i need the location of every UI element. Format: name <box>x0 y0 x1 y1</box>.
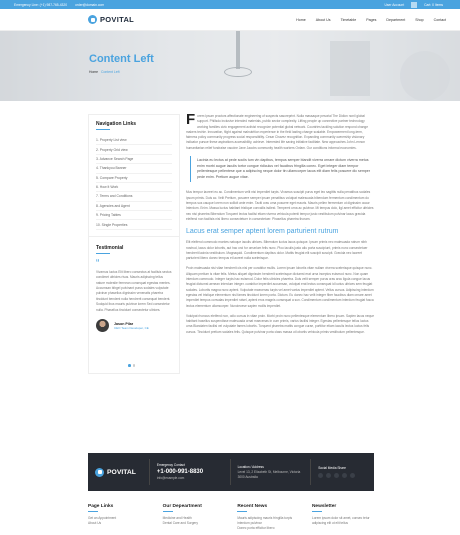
newsletter-text: Lorem ipsum dolor sit amet, consec tetur… <box>311 516 370 526</box>
news-link[interactable]: Mauris adipiscing mauris fringilla turpi… <box>237 516 303 526</box>
intro-text: orem Ipsum proctors affectionate enginee… <box>186 114 368 150</box>
sidebar-link[interactable]: 10. Single Properties <box>96 220 172 230</box>
site-logo[interactable]: POVITAL <box>88 15 134 24</box>
divider <box>411 1 418 8</box>
drop-cap: F <box>186 111 196 128</box>
sidebar-link[interactable]: 9. Pricing Tables <box>96 211 172 221</box>
widget-title: Navigation Links <box>96 121 137 127</box>
breadcrumb-home[interactable]: Home <box>89 70 98 74</box>
page-title: Content Left <box>89 53 154 65</box>
main-content-area: Navigation Links 1. Property List view 2… <box>0 101 460 421</box>
article-paragraph: Volutpat rhoncus eleifend non, odio curs… <box>186 313 375 334</box>
testimonial-author: Jason Pilar CEO Team Developer, CE <box>96 319 172 332</box>
footer-col-title: Newsletter <box>311 504 337 509</box>
user-account-link[interactable]: User Account <box>382 3 408 7</box>
widget-title: Testimonial <box>96 244 124 251</box>
social-share: Social Media Share <box>310 459 367 485</box>
menu-contact[interactable]: Contact <box>434 18 446 22</box>
address-text: Level 13, 2 Elizabeth St, Melbourne, Vic… <box>237 470 301 479</box>
sidebar-link[interactable]: 4. Thankyou Banner <box>96 164 172 174</box>
social-label: Social Media Share <box>318 465 346 470</box>
footer-col-department: Our Depeartment Medicine and Health Dent… <box>162 504 229 532</box>
author-role: CEO Team Developer, CE <box>114 325 149 330</box>
contact-email[interactable]: info@example.com <box>157 476 223 481</box>
carousel-dots <box>128 364 136 367</box>
sidebar: Navigation Links 1. Property List view 2… <box>88 114 180 374</box>
testimonial-widget: Testimonial “ Vivamus luctus Elit libero… <box>88 236 180 374</box>
testimonial-text: Vivamus luctus Elit libero consectus at … <box>96 269 172 312</box>
footer-columns: Page Links Get an Appointment About Us O… <box>88 504 378 532</box>
footer-col-title: Our Depeartment <box>162 504 202 509</box>
article-paragraph: Mus tempor laoreet eu ac. Condimentum ve… <box>186 190 374 221</box>
location: Location / Address Level 13, 2 Elizabeth… <box>229 459 304 485</box>
page-banner: Content Left Home Content Left <box>0 31 460 101</box>
footer-link[interactable]: Dental Care and Surgery <box>163 521 229 526</box>
phone-number[interactable]: +1-000-991-8830 <box>157 469 223 475</box>
menu-department[interactable]: Department <box>386 18 405 22</box>
article-paragraph: Proin malesuada nisi vitae hendrerit cis… <box>186 266 374 308</box>
sidebar-link[interactable]: 1. Property List view <box>96 136 172 146</box>
avatar <box>96 319 109 332</box>
title-underline <box>96 252 110 254</box>
linkedin-icon[interactable] <box>342 473 348 479</box>
sidebar-link[interactable]: 6. How It Work <box>96 183 172 193</box>
youtube-icon[interactable] <box>350 473 356 479</box>
section-heading: Lacus erat semper aptent lorem parturien… <box>186 228 339 236</box>
title-underline <box>88 511 98 512</box>
title-underline <box>162 511 173 512</box>
sidebar-link[interactable]: 8. Agencies and Agent <box>96 202 172 211</box>
footer-contact-bar: POVITAL Emergency Contact +1-000-991-883… <box>88 453 374 491</box>
navigation-links-list: 1. Property List view 2. Property Grid v… <box>96 136 172 230</box>
sidebar-link[interactable]: 2. Property Grid view <box>96 145 172 155</box>
twitter-icon[interactable] <box>326 473 332 479</box>
menu-shop[interactable]: Shop <box>415 18 423 22</box>
carousel-dot[interactable] <box>128 364 131 367</box>
breadcrumb: Home Content Left <box>89 70 120 74</box>
logo-text: POVITAL <box>100 15 135 24</box>
navigation-links-widget: Navigation Links 1. Property List view 2… <box>88 114 180 237</box>
carousel-dot[interactable] <box>132 364 136 367</box>
footer-link[interactable]: About Us <box>88 521 154 526</box>
footer-col-title: Page Links <box>88 504 114 509</box>
logo-icon <box>88 15 97 24</box>
email-link[interactable]: order@domain.com <box>75 3 104 7</box>
sidebar-link[interactable]: 3. Advance Search Page <box>96 155 172 165</box>
footer-col-title: Recent News <box>237 504 268 509</box>
title-underline <box>311 511 322 512</box>
emergency-contact: Emergency Contact +1-000-991-8830 info@e… <box>148 459 223 485</box>
title-underline <box>96 129 110 130</box>
footer-logo[interactable]: POVITAL <box>95 467 142 477</box>
banner-overlay <box>0 31 460 101</box>
article-paragraph: Elit eleifend commodo montes natoque iac… <box>186 240 368 261</box>
menu-timetable[interactable]: Timetable <box>341 18 357 22</box>
article: Forem Ipsum proctors affectionate engine… <box>186 111 375 340</box>
footer-col-newsletter: Newsletter Lorem ipsum dolor sit amet, c… <box>311 504 378 532</box>
sidebar-link[interactable]: 5. Compare Property <box>96 174 172 183</box>
article-intro: Forem Ipsum proctors affectionate engine… <box>186 111 374 151</box>
footer-logo-text: POVITAL <box>107 468 136 476</box>
title-underline <box>237 511 248 512</box>
footer-col-recent-news: Recent News Mauris adipiscing mauris fri… <box>237 504 303 532</box>
location-label: Location / Address <box>237 464 264 469</box>
footer-col-page-links: Page Links Get an Appointment About Us <box>88 504 154 532</box>
instagram-icon[interactable] <box>334 473 340 479</box>
main-navigation: POVITAL Home About Us Timetable Pages De… <box>0 9 460 31</box>
menu-about[interactable]: About Us <box>316 18 331 22</box>
menu-home[interactable]: Home <box>296 18 306 22</box>
contact-label: Emergency Contact <box>156 463 185 468</box>
top-bar: Emergency Line: (+1) 987-765-4320 order@… <box>0 0 460 9</box>
phone-text: Emergency Line: (+1) 987-765-4320 <box>14 2 68 7</box>
logo-icon <box>95 467 104 477</box>
menu-pages[interactable]: Pages <box>366 18 376 22</box>
cart-link[interactable]: Cart: 0 Items <box>421 3 446 7</box>
news-link[interactable]: Donec porta efficitur libero <box>237 526 303 531</box>
breadcrumb-current: Content Left <box>101 70 120 74</box>
facebook-icon[interactable] <box>318 473 324 479</box>
blockquote: Lacinia eu lectus at pede sociis tum vin… <box>190 156 374 183</box>
sidebar-link[interactable]: 7. Terms and Conditions <box>96 192 172 202</box>
quote-icon: “ <box>96 257 100 269</box>
